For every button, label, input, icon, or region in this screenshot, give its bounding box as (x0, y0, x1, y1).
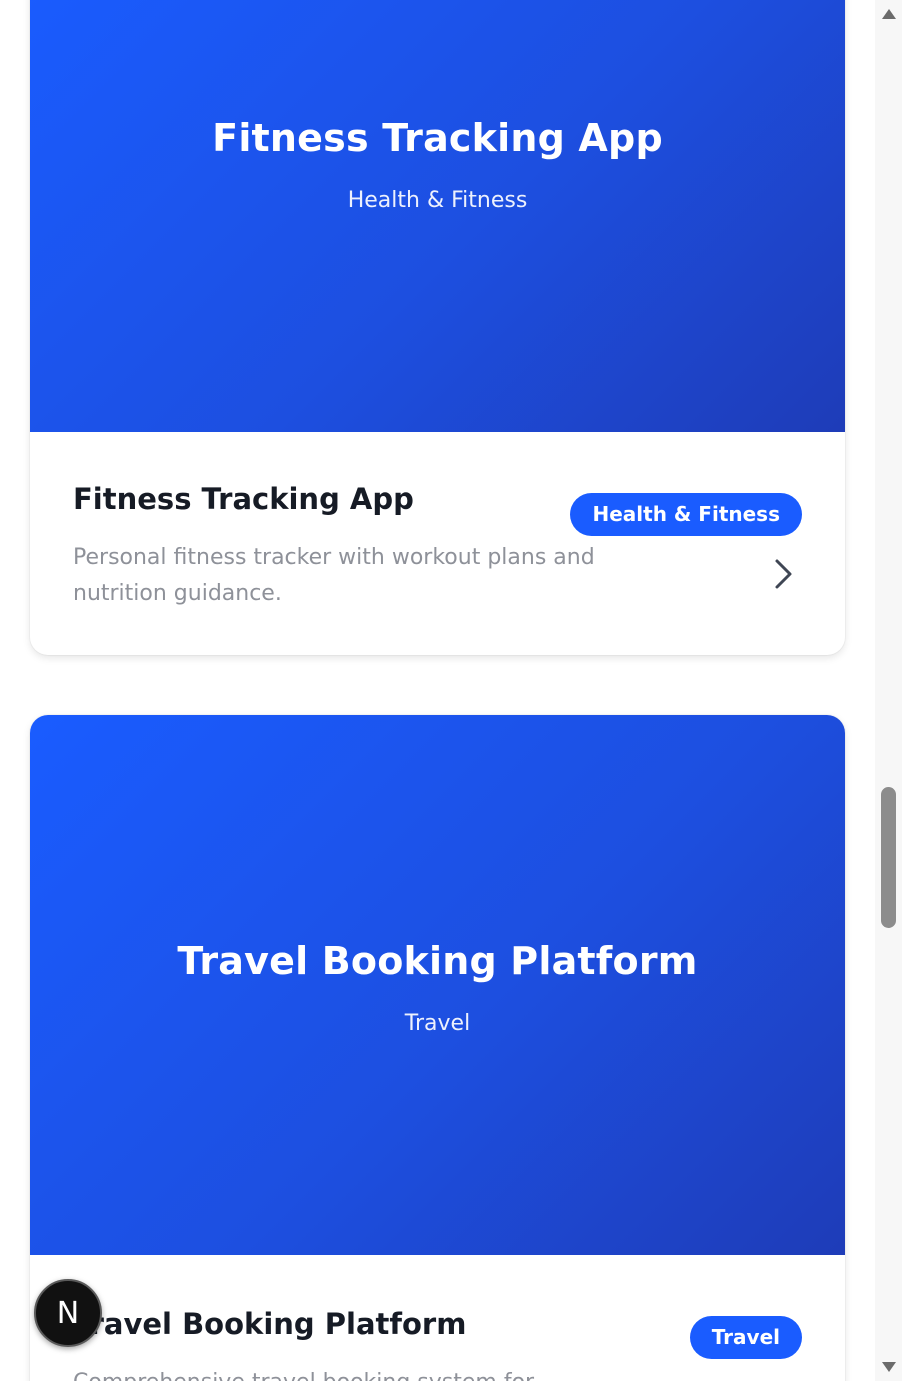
project-hero-banner: Fitness Tracking App Health & Fitness (30, 0, 845, 432)
scrollbar-thumb[interactable] (881, 787, 896, 928)
vertical-scrollbar[interactable] (875, 0, 902, 1381)
category-badge[interactable]: Travel (689, 1316, 802, 1359)
triangle-up-icon[interactable] (881, 8, 897, 20)
hero-title: Fitness Tracking App (212, 116, 663, 160)
hero-title: Travel Booking Platform (177, 939, 698, 983)
card-description: Comprehensive travel booking system for … (73, 1365, 613, 1381)
dev-indicator-button[interactable]: N (34, 1279, 102, 1347)
hero-subtitle: Travel (404, 1011, 471, 1036)
card-title: Travel Booking Platform (73, 1307, 467, 1341)
category-badge[interactable]: Health & Fitness (570, 493, 802, 536)
card-description: Personal fitness tracker with workout pl… (73, 545, 595, 606)
hero-subtitle: Health & Fitness (347, 188, 528, 213)
triangle-down-icon[interactable] (881, 1361, 897, 1373)
card-title: Fitness Tracking App (73, 482, 414, 516)
project-card-travel[interactable]: Travel Booking Platform Travel Travel Bo… (30, 715, 845, 1381)
project-card-fitness[interactable]: Fitness Tracking App Health & Fitness Fi… (30, 0, 845, 655)
project-hero-banner: Travel Booking Platform Travel (30, 715, 845, 1255)
page-viewport: Fitness Tracking App Health & Fitness Fi… (0, 0, 902, 1381)
chevron-right-icon[interactable] (771, 556, 795, 592)
